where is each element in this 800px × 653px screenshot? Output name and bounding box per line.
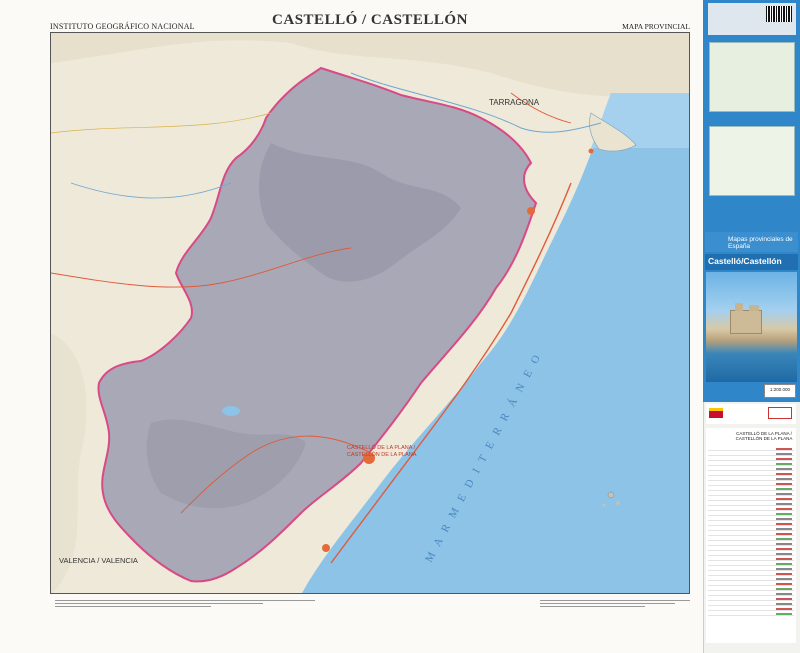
publisher-label: INSTITUTO GEOGRÁFICO NACIONAL [50, 22, 195, 31]
ign-logo [768, 407, 792, 419]
castle-illustration [730, 303, 762, 334]
footer-credits [55, 598, 315, 609]
series-label: MAPA PROVINCIAL [622, 22, 690, 31]
label-tarragona: TARRAGONA [489, 98, 540, 107]
legend-title-line-2: CASTELLÓN DE LA PLANA [735, 436, 793, 441]
footer-notes [540, 598, 690, 609]
label-valencia: VALENCIA / VALENCIA [59, 556, 138, 565]
label-capital-2: CASTELLÓN DE LA PLANA [347, 451, 417, 458]
urban-delta [588, 148, 594, 154]
cover-photo [706, 272, 797, 382]
columbretes-islet-2 [602, 503, 606, 507]
province-map[interactable]: TARRAGONA VALENCIA / VALENCIA CASTELLÓ D… [51, 33, 690, 594]
legend-entries [708, 446, 794, 616]
brand-label: Mapas provinciales de España [728, 236, 793, 250]
urban-vinaros [527, 207, 535, 215]
label-capital-1: CASTELLÓ DE LA PLANA / [347, 444, 416, 451]
map-frame[interactable]: TARRAGONA VALENCIA / VALENCIA CASTELLÓ D… [50, 32, 690, 594]
barcode [766, 6, 792, 22]
panel-title: Castelló/Castellón [708, 256, 782, 266]
columbretes-island [607, 491, 615, 499]
legend-title: CASTELLÓ DE LA PLANA / CASTELLÓN DE LA P… [734, 431, 794, 441]
reservoir [222, 406, 240, 416]
scale-label: 1:200.000 [764, 384, 796, 398]
location-map-province[interactable] [709, 126, 795, 196]
urban-sagunto [322, 544, 330, 552]
government-logo [709, 408, 723, 418]
columbretes-islet [616, 501, 620, 505]
legend-row [708, 611, 794, 616]
location-map-spain[interactable] [709, 42, 795, 112]
map-title: CASTELLÓ / CASTELLÓN [272, 12, 468, 28]
